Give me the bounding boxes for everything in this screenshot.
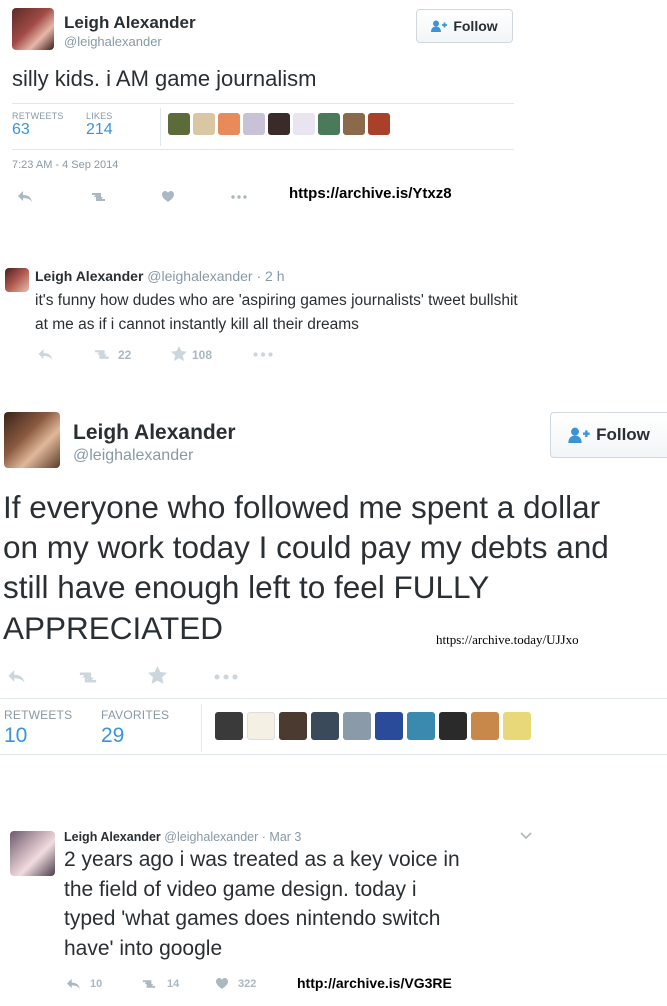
liker-avatars: [168, 113, 390, 135]
likes-count[interactable]: 214: [86, 121, 113, 139]
tweet-text-line: APPRECIATED: [3, 610, 223, 646]
more-icon[interactable]: [214, 674, 238, 680]
tweet-text-line: at me as if i cannot instantly kill all …: [35, 316, 359, 333]
author-name[interactable]: Leigh Alexander: [64, 13, 196, 33]
favoriter-avatar[interactable]: [439, 712, 467, 740]
author-handle[interactable]: @leighalexander: [73, 447, 193, 465]
author-handle[interactable]: @leighalexander: [164, 830, 258, 844]
add-user-icon: [568, 427, 590, 443]
liker-avatar[interactable]: [343, 113, 365, 135]
liker-avatar[interactable]: [318, 113, 340, 135]
like-icon[interactable]: [215, 977, 229, 990]
add-user-icon: [431, 20, 448, 32]
favoriter-avatar[interactable]: [247, 712, 275, 740]
tweet-text-line: the field of video game design. today i: [64, 878, 417, 901]
retweets-label: RETWEETS: [12, 111, 64, 121]
divider: [160, 108, 161, 146]
retweet-icon[interactable]: [89, 191, 108, 203]
author-handle[interactable]: @leighalexander: [147, 268, 252, 284]
liker-avatar[interactable]: [243, 113, 265, 135]
more-icon[interactable]: [253, 352, 273, 357]
liker-avatar[interactable]: [368, 113, 390, 135]
divider: [12, 103, 514, 104]
tweet-text-line: typed 'what games does nintendo switch: [64, 907, 441, 930]
divider: [12, 149, 514, 150]
tweet-text-line: still have enough left to feel FULLY: [3, 569, 490, 605]
follow-label: Follow: [453, 18, 498, 34]
favoriter-avatar[interactable]: [311, 712, 339, 740]
tweet-time[interactable]: · 2 h: [256, 268, 284, 284]
avatar[interactable]: [10, 831, 55, 876]
favoriter-avatars: [215, 712, 531, 740]
divider: [0, 698, 667, 699]
archive-link[interactable]: https://archive.today/UJJxo: [436, 632, 579, 648]
author-handle[interactable]: @leighalexander: [64, 34, 162, 49]
reply-icon[interactable]: [7, 669, 26, 684]
timestamp[interactable]: 7:23 AM - 4 Sep 2014: [12, 159, 118, 171]
tweet-text-line: If everyone who followed me spent a doll…: [3, 489, 601, 525]
tweet-text: silly kids. i AM game journalism: [12, 66, 317, 91]
favoriter-avatar[interactable]: [407, 712, 435, 740]
reply-count[interactable]: 10: [90, 978, 102, 990]
favoriter-avatar[interactable]: [471, 712, 499, 740]
star-icon[interactable]: [148, 666, 167, 684]
liker-avatar[interactable]: [168, 113, 190, 135]
favoriter-avatar[interactable]: [343, 712, 371, 740]
favorites-count[interactable]: 29: [101, 724, 124, 748]
divider: [201, 704, 202, 752]
star-icon[interactable]: [171, 346, 187, 361]
tweet-header: Leigh Alexander @leighalexander · Mar 3: [64, 830, 301, 844]
tweet-text-line: on my work today I could pay my debts an…: [3, 529, 609, 565]
retweet-icon[interactable]: [76, 670, 100, 685]
archive-link[interactable]: http://archive.is/VG3RE: [297, 975, 452, 991]
retweet-icon[interactable]: [92, 348, 112, 361]
avatar[interactable]: [4, 412, 60, 468]
favoriter-avatar[interactable]: [375, 712, 403, 740]
tweet-date[interactable]: · Mar 3: [262, 830, 302, 844]
retweets-label: RETWEETS: [4, 708, 73, 722]
tweet-text-line: 2 years ago i was treated as a key voice…: [64, 848, 460, 871]
retweets-count[interactable]: 63: [12, 121, 30, 139]
reply-icon[interactable]: [37, 348, 54, 361]
favorites-label: FAVORITES: [101, 708, 170, 722]
likes-label: LIKES: [86, 111, 113, 121]
liker-avatar[interactable]: [268, 113, 290, 135]
author-name[interactable]: Leigh Alexander: [35, 268, 143, 284]
retweet-count[interactable]: 14: [167, 978, 179, 990]
chevron-down-icon[interactable]: [520, 832, 532, 840]
like-icon[interactable]: [161, 190, 175, 203]
tweet-text-line: it's funny how dudes who are 'aspiring g…: [35, 292, 518, 309]
follow-button[interactable]: Follow: [550, 412, 667, 458]
liker-avatar[interactable]: [193, 113, 215, 135]
like-count[interactable]: 322: [238, 978, 256, 990]
retweet-icon[interactable]: [140, 978, 158, 990]
favoriter-avatar[interactable]: [215, 712, 243, 740]
reply-icon[interactable]: [66, 978, 81, 990]
avatar[interactable]: [12, 8, 54, 50]
tweet-header: Leigh Alexander @leighalexander · 2 h: [35, 268, 284, 284]
more-icon[interactable]: [231, 195, 247, 199]
favorite-count[interactable]: 108: [192, 348, 212, 362]
favoriter-avatar[interactable]: [503, 712, 531, 740]
liker-avatar[interactable]: [293, 113, 315, 135]
follow-label: Follow: [596, 425, 650, 444]
divider: [0, 754, 667, 755]
liker-avatar[interactable]: [218, 113, 240, 135]
archive-link[interactable]: https://archive.is/Ytxz8: [289, 185, 452, 202]
retweet-count[interactable]: 22: [118, 348, 131, 362]
tweet-text-line: have' into google: [64, 937, 223, 960]
author-name[interactable]: Leigh Alexander: [64, 830, 161, 844]
author-name[interactable]: Leigh Alexander: [73, 421, 236, 445]
retweets-count[interactable]: 10: [4, 724, 27, 748]
favoriter-avatar[interactable]: [279, 712, 307, 740]
follow-button[interactable]: Follow: [416, 9, 513, 43]
avatar[interactable]: [5, 268, 29, 292]
reply-icon[interactable]: [17, 190, 33, 203]
